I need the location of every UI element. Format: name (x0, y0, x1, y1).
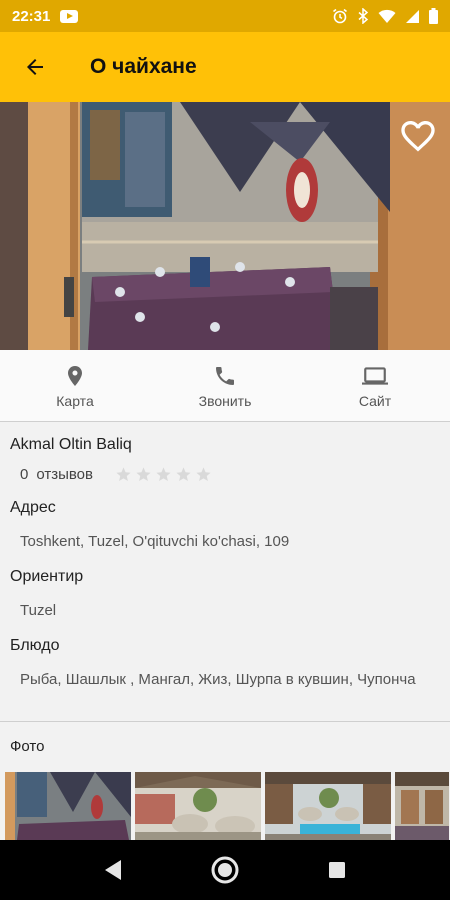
thumbnail-image (135, 772, 261, 840)
place-details: Akmal Oltin Baliq 0 отзывов Адрес Toshke… (0, 423, 450, 690)
thumbnail-image (395, 772, 449, 840)
star-icon (136, 467, 151, 482)
youtube-icon (60, 9, 79, 23)
hero-photo[interactable] (0, 102, 450, 350)
location-pin-icon (68, 365, 82, 386)
call-button-label: Звонить (198, 392, 252, 409)
back-button[interactable] (0, 32, 70, 102)
wifi-icon (378, 9, 396, 23)
nav-home-icon[interactable] (210, 855, 240, 885)
dishes-label: Блюдо (10, 637, 60, 654)
photo-thumbnail[interactable] (395, 772, 449, 840)
place-name: Akmal Oltin Baliq (10, 436, 132, 453)
star-icon (196, 467, 211, 482)
website-button[interactable]: Сайт (300, 350, 450, 421)
photo-thumbnail[interactable] (5, 772, 131, 840)
landmark-label: Ориентир (10, 568, 84, 585)
nav-recents-icon[interactable] (327, 860, 347, 880)
reviews-label: отзывов (36, 466, 93, 483)
dishes-value: Рыба, Шашлык , Мангал, Жиз, Шурпа в кувш… (20, 671, 416, 688)
address-label: Адрес (10, 499, 56, 516)
map-button-label: Карта (56, 392, 94, 409)
rating-stars (115, 466, 212, 483)
bluetooth-icon (358, 8, 369, 24)
landmark-value: Tuzel (20, 602, 57, 619)
map-button[interactable]: Карта (0, 350, 150, 421)
app-bar: О чайхане (0, 32, 450, 102)
thumbnail-image (265, 772, 391, 840)
thumbnail-image (5, 772, 131, 840)
page-title: О чайхане (90, 55, 197, 78)
website-button-label: Сайт (358, 392, 392, 409)
address-value: Toshkent, Tuzel, O'qituvchi ko'chasi, 10… (20, 533, 290, 550)
status-time: 22:31 (12, 7, 51, 25)
reviews-summary[interactable]: 0 отзывов (10, 466, 440, 483)
system-nav-bar (0, 840, 450, 900)
star-icon (156, 467, 171, 482)
hero-image (0, 102, 450, 350)
star-icon (116, 467, 131, 482)
laptop-icon (362, 366, 388, 385)
photo-thumbnail[interactable] (135, 772, 261, 840)
section-divider (0, 721, 450, 722)
photo-strip[interactable] (5, 772, 449, 840)
star-icon (176, 467, 191, 482)
heart-outline-icon[interactable] (398, 116, 438, 156)
call-button[interactable]: Звонить (150, 350, 300, 421)
status-bar: 22:31 (0, 0, 450, 32)
status-icons (332, 8, 438, 24)
phone-icon (216, 366, 234, 385)
cell-signal-icon (406, 9, 419, 23)
photo-thumbnail[interactable] (265, 772, 391, 840)
alarm-icon (333, 8, 347, 24)
action-row: Карта Звонить Сайт (0, 350, 450, 422)
battery-icon (429, 8, 438, 24)
arrow-back-icon (27, 59, 43, 75)
nav-back-icon[interactable] (103, 859, 123, 881)
photos-label: Фото (10, 738, 45, 755)
reviews-count: 0 (20, 466, 29, 483)
